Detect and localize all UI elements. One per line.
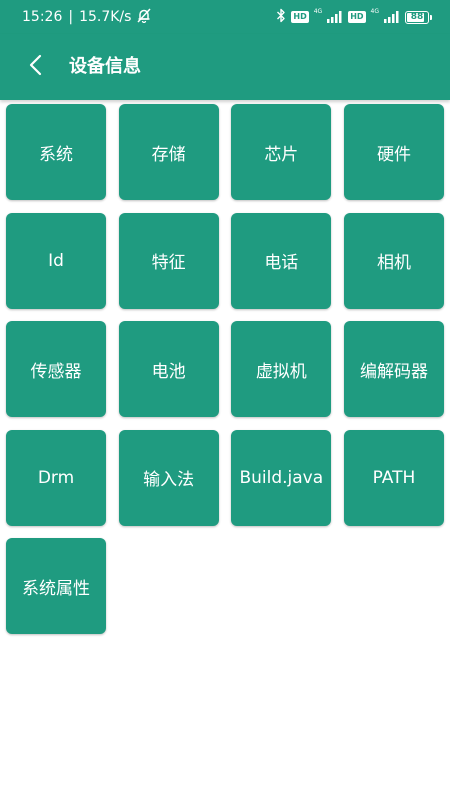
category-tile[interactable]: 系统 bbox=[6, 104, 106, 200]
network-speed: 15.7K/s bbox=[79, 9, 132, 25]
signal-icon-1 bbox=[327, 8, 343, 27]
status-left: 15:26 | 15.7K/s bbox=[22, 6, 152, 28]
category-tile[interactable]: 芯片 bbox=[231, 104, 332, 200]
battery-tip bbox=[430, 14, 432, 20]
category-tile[interactable]: Id bbox=[6, 212, 106, 309]
status-right: HD 4G HD 4G 88 bbox=[276, 6, 432, 28]
category-tile[interactable]: 输入法 bbox=[118, 429, 219, 526]
network-type-1: 4G bbox=[313, 8, 323, 15]
app-bar: 设备信息 bbox=[0, 34, 450, 100]
category-tile[interactable]: 存储 bbox=[118, 104, 219, 200]
category-tile[interactable]: Build.java bbox=[231, 429, 332, 526]
category-tile[interactable]: 编解码器 bbox=[343, 321, 444, 417]
status-separator: | bbox=[68, 9, 74, 25]
bluetooth-icon bbox=[276, 8, 286, 27]
info-category-grid: 系统 存储 芯片 硬件 Id 特征 电话 相机传感器 电池 虚拟机 编解码器 Drm 输入法 Build.… bbox=[6, 104, 444, 634]
hd-badge-2: HD bbox=[348, 11, 366, 23]
back-button[interactable] bbox=[14, 45, 58, 89]
category-tile[interactable]: Drm bbox=[6, 429, 106, 526]
category-tile[interactable]: 传感器 bbox=[6, 321, 106, 417]
status-bar: 15:26 | 15.7K/s HD 4G HD 4G 88 bbox=[0, 0, 450, 34]
category-tile[interactable]: 硬件 bbox=[343, 104, 444, 200]
category-tile[interactable]: 电池 bbox=[118, 321, 219, 417]
page-title: 设备信息 bbox=[69, 56, 141, 77]
category-tile[interactable]: 虚拟机 bbox=[231, 321, 332, 417]
network-type-2: 4G bbox=[370, 8, 379, 15]
category-tile[interactable]: PATH bbox=[343, 429, 444, 526]
battery-icon: 88 bbox=[405, 10, 429, 24]
category-tile[interactable]: 系统属性 bbox=[6, 538, 106, 634]
signal-icon-2 bbox=[384, 8, 400, 27]
status-time: 15:26 bbox=[22, 9, 63, 25]
hd-badge-1: HD bbox=[291, 11, 309, 23]
category-tile[interactable]: 电话 bbox=[231, 212, 332, 309]
category-tile[interactable]: 特征 bbox=[118, 212, 219, 309]
category-tile[interactable]: 相机 bbox=[343, 212, 444, 309]
battery-level: 88 bbox=[410, 12, 424, 22]
mute-bell-icon bbox=[137, 7, 152, 27]
chevron-left-icon bbox=[28, 53, 44, 81]
